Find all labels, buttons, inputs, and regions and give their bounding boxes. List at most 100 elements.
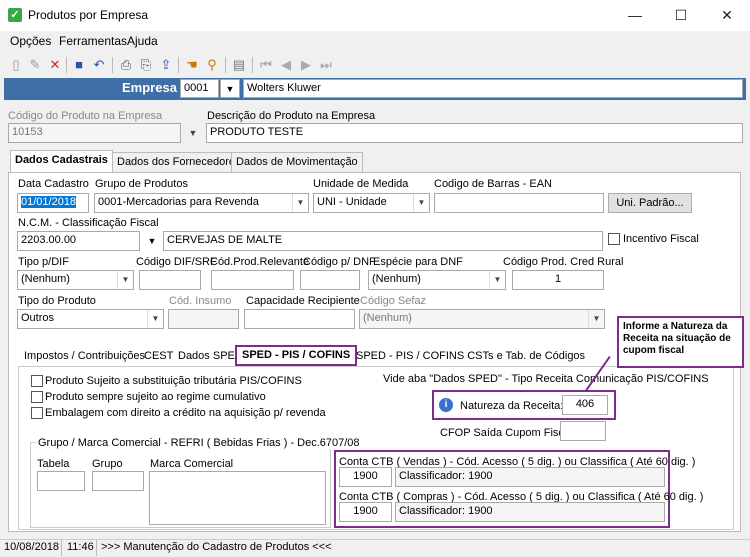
search-icon[interactable]: ⚲ bbox=[204, 57, 220, 73]
tab-dados-cadastrais[interactable]: Dados Cadastrais bbox=[10, 150, 113, 173]
chevron-down-icon[interactable]: ▼ bbox=[413, 194, 429, 212]
codigo-dnf-input[interactable] bbox=[300, 270, 360, 290]
chevron-down-icon[interactable]: ▼ bbox=[588, 310, 604, 328]
menu-ferramentas[interactable]: Ferramentas bbox=[59, 34, 127, 48]
especie-dnf-select[interactable]: (Nenhum) bbox=[368, 270, 506, 290]
incentivo-fiscal-checkbox[interactable] bbox=[608, 233, 620, 245]
tipo-produto-select[interactable]: Outros bbox=[17, 309, 164, 329]
cumulativo-checkbox[interactable] bbox=[31, 391, 43, 403]
toolbar-separator bbox=[112, 57, 113, 73]
conta-compras-input[interactable]: 1900 bbox=[339, 502, 392, 522]
vide-text: Vide aba "Dados SPED" - Tipo Receita Com… bbox=[383, 373, 709, 385]
codigo-dif-input[interactable] bbox=[139, 270, 201, 290]
chevron-down-icon[interactable]: ▼ bbox=[147, 310, 163, 328]
menu-opcoes[interactable]: Opções bbox=[10, 34, 51, 48]
hand-icon[interactable]: ☚ bbox=[184, 57, 200, 73]
unidade-label: Unidade de Medida bbox=[313, 178, 409, 190]
data-cadastro-input[interactable]: 01/01/2018 bbox=[17, 193, 89, 213]
tabela-input[interactable] bbox=[37, 471, 85, 491]
status-message: >>> Manutenção do Cadastro de Produtos <… bbox=[101, 541, 332, 553]
codigo-dnf-label: Código p/ DNF bbox=[303, 256, 376, 268]
codigo-input[interactable]: 10153 bbox=[8, 123, 181, 143]
data-cadastro-value: 01/01/2018 bbox=[21, 196, 77, 208]
substituicao-label: Produto Sujeito a substituição tributári… bbox=[45, 375, 302, 387]
toolbar-separator bbox=[178, 57, 179, 73]
natureza-label: Natureza da Receita: bbox=[460, 400, 564, 412]
app-icon: ✓ bbox=[8, 8, 22, 22]
descricao-input[interactable]: PRODUTO TESTE bbox=[206, 123, 743, 143]
codigo-dif-label: Código DIF/SRF bbox=[136, 256, 217, 268]
marca-label: Marca Comercial bbox=[150, 458, 234, 470]
last-record-icon[interactable]: ⏭ bbox=[318, 57, 334, 73]
natureza-input[interactable]: 406 bbox=[562, 395, 608, 415]
window-title: Produtos por Empresa bbox=[28, 8, 149, 22]
conta-compras-classificador: Classificador: 1900 bbox=[395, 502, 665, 522]
undo-icon[interactable]: ↶ bbox=[91, 57, 107, 73]
tab-sped-csts[interactable]: SPED - PIS / COFINS CSTs e Tab. de Códig… bbox=[352, 348, 589, 366]
empresa-code-input[interactable]: 0001 bbox=[180, 79, 219, 98]
grupo-input[interactable] bbox=[92, 471, 144, 491]
maximize-icon[interactable]: ☐ bbox=[658, 0, 704, 31]
previous-record-icon[interactable]: ◀ bbox=[278, 57, 294, 73]
properties-icon[interactable]: ▤ bbox=[231, 57, 247, 73]
chevron-down-icon[interactable]: ▼ bbox=[117, 271, 133, 289]
grupo-marca-title: Grupo / Marca Comercial - REFRI ( Bebida… bbox=[36, 437, 362, 449]
embalagem-checkbox[interactable] bbox=[31, 407, 43, 419]
print-icon[interactable]: ⎙ bbox=[118, 57, 134, 73]
cumulativo-label: Produto sempre sujeito ao regime cumulat… bbox=[45, 391, 266, 403]
tab-cest[interactable]: CEST bbox=[140, 348, 177, 366]
ean-label: Codigo de Barras - EAN bbox=[434, 178, 552, 190]
incentivo-fiscal-label: Incentivo Fiscal bbox=[623, 233, 699, 245]
ncm-description-field: CERVEJAS DE MALTE bbox=[163, 231, 603, 251]
cod-cred-rural-input[interactable]: 1 bbox=[512, 270, 604, 290]
grupo-produtos-select[interactable]: 0001-Mercadorias para Revenda bbox=[94, 193, 309, 213]
codigo-sefaz-select[interactable]: (Nenhum) bbox=[359, 309, 605, 329]
empresa-name-field: Wolters Kluwer bbox=[243, 79, 743, 98]
chevron-down-icon[interactable]: ▼ bbox=[184, 123, 202, 143]
status-divider bbox=[96, 540, 97, 556]
conta-vendas-input[interactable]: 1900 bbox=[339, 467, 392, 487]
substituicao-checkbox[interactable] bbox=[31, 375, 43, 387]
status-divider bbox=[61, 540, 62, 556]
next-record-icon[interactable]: ▶ bbox=[298, 57, 314, 73]
export-icon[interactable]: ⇪ bbox=[158, 57, 174, 73]
callout-box: Informe a Natureza da Receita na situaçã… bbox=[617, 316, 744, 368]
chevron-down-icon[interactable]: ▼ bbox=[292, 194, 308, 212]
close-icon[interactable]: ✕ bbox=[704, 0, 750, 31]
edit-icon[interactable]: ✎ bbox=[27, 57, 43, 73]
print-preview-icon[interactable]: ⎘ bbox=[138, 57, 154, 73]
tab-impostos[interactable]: Impostos / Contribuições bbox=[20, 348, 149, 366]
toolbar-separator bbox=[66, 57, 67, 73]
first-record-icon[interactable]: ⏮ bbox=[258, 57, 274, 73]
ean-input[interactable] bbox=[434, 193, 604, 213]
delete-icon[interactable]: ✕ bbox=[47, 57, 63, 73]
cod-prod-relevante-label: Cód.Prod.Relevante bbox=[210, 256, 310, 268]
grupo-produtos-label: Grupo de Produtos bbox=[95, 178, 188, 190]
cfop-input[interactable] bbox=[560, 421, 606, 441]
capacidade-input[interactable] bbox=[244, 309, 355, 329]
tab-dados-movimentacao[interactable]: Dados de Movimentação bbox=[231, 152, 363, 172]
chevron-down-icon[interactable]: ▼ bbox=[143, 231, 161, 251]
tab-sped-pis-cofins[interactable]: SPED - PIS / COFINS bbox=[235, 345, 358, 366]
conta-vendas-classificador: Classificador: 1900 bbox=[395, 467, 665, 487]
descricao-label: Descrição do Produto na Empresa bbox=[207, 110, 376, 122]
chevron-down-icon[interactable]: ▼ bbox=[489, 271, 505, 289]
menu-ajuda[interactable]: Ajuda bbox=[127, 34, 158, 48]
marca-input[interactable] bbox=[149, 471, 326, 525]
ncm-input[interactable]: 2203.00.00 bbox=[17, 231, 140, 251]
tabela-label: Tabela bbox=[37, 458, 70, 470]
info-icon: i bbox=[439, 398, 453, 412]
minimize-icon[interactable]: — bbox=[612, 0, 658, 31]
tab-dados-fornecedores[interactable]: Dados dos Fornecedores bbox=[112, 152, 246, 172]
capacidade-label: Capacidade Recipiente bbox=[246, 295, 360, 307]
cfop-label: CFOP Saída Cupom Fiscal: bbox=[440, 427, 576, 439]
data-cadastro-label: Data Cadastro bbox=[18, 178, 89, 190]
tipo-produto-label: Tipo do Produto bbox=[18, 295, 96, 307]
save-icon[interactable]: ■ bbox=[71, 57, 87, 73]
cod-insumo-input[interactable] bbox=[168, 309, 239, 329]
chevron-down-icon[interactable]: ▼ bbox=[220, 79, 240, 98]
toolbar-separator bbox=[252, 57, 253, 73]
cod-prod-relevante-input[interactable] bbox=[211, 270, 294, 290]
uni-padrao-button[interactable]: Uni. Padrão... bbox=[608, 193, 692, 213]
new-icon[interactable]: ▯ bbox=[8, 57, 24, 73]
